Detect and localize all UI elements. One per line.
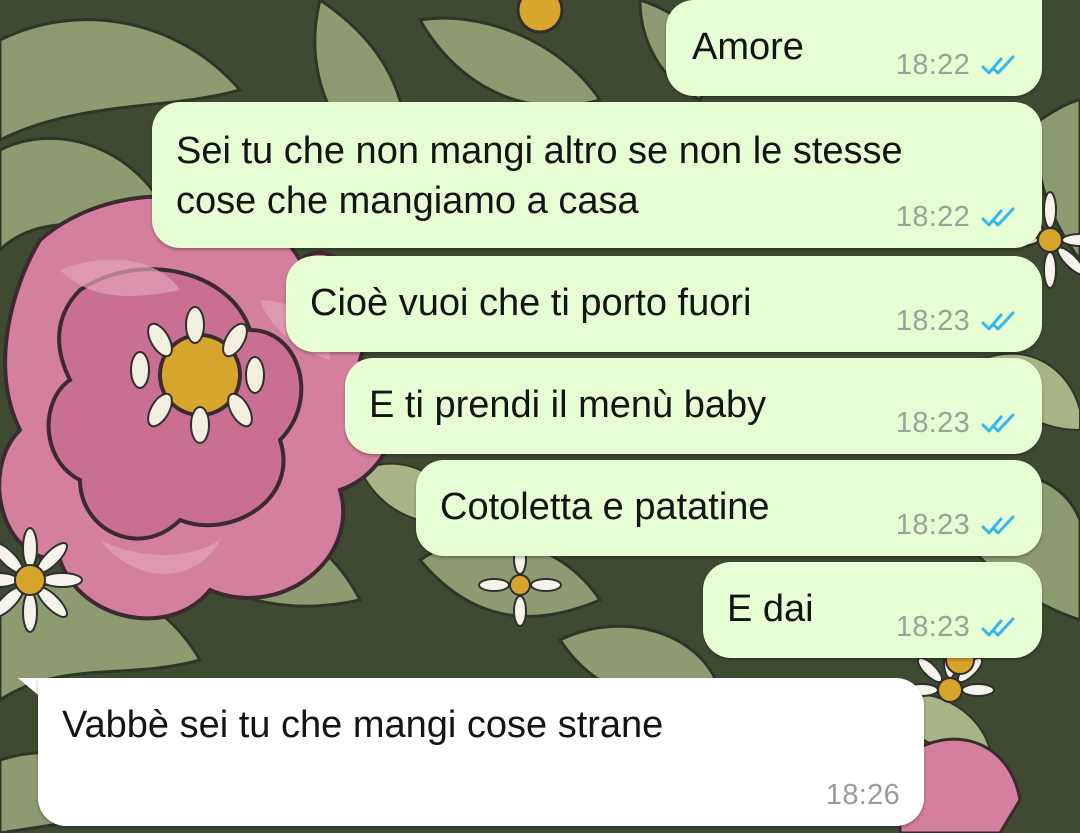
message-text: E ti prendi il menù baby [369, 384, 767, 426]
message-time: 18:23 [895, 305, 970, 337]
outgoing-message[interactable]: Cotoletta e patatine 18:23 [416, 460, 1042, 556]
double-check-icon [981, 311, 1015, 330]
incoming-message[interactable]: Vabbè sei tu che mangi cose strane 18:26 [38, 678, 924, 826]
outgoing-message[interactable]: E dai 18:23 [703, 562, 1042, 658]
message-time: 18:22 [895, 49, 970, 81]
message-time: 18:23 [895, 407, 970, 439]
message-time: 18:23 [895, 509, 970, 541]
double-check-icon [981, 617, 1015, 636]
outgoing-message[interactable]: Amore 18:22 [666, 0, 1042, 96]
double-check-icon [981, 515, 1015, 534]
message-text: Cioè vuoi che ti porto fuori [310, 282, 752, 324]
double-check-icon [981, 413, 1015, 432]
chat-message-list[interactable]: Amore 18:22 Sei tu che non mangi altro s… [0, 0, 1080, 833]
message-text: Vabbè sei tu che mangi cose strane [62, 704, 664, 746]
message-text: E dai [727, 588, 814, 630]
message-text-line-2: cose che mangiamo a casa [176, 180, 639, 222]
message-time: 18:23 [895, 611, 970, 643]
double-check-icon [981, 55, 1015, 74]
outgoing-message[interactable]: Sei tu che non mangi altro se non le ste… [152, 102, 1042, 248]
outgoing-message[interactable]: E ti prendi il menù baby 18:23 [345, 358, 1042, 454]
message-time: 18:26 [825, 779, 900, 811]
message-text-line-1: Sei tu che non mangi altro se non le ste… [176, 130, 903, 172]
outgoing-message[interactable]: Cioè vuoi che ti porto fuori 18:23 [286, 256, 1042, 352]
message-text: Cotoletta e patatine [440, 486, 770, 528]
message-time: 18:22 [895, 201, 970, 233]
double-check-icon [981, 207, 1015, 226]
message-text: Amore [692, 26, 804, 68]
